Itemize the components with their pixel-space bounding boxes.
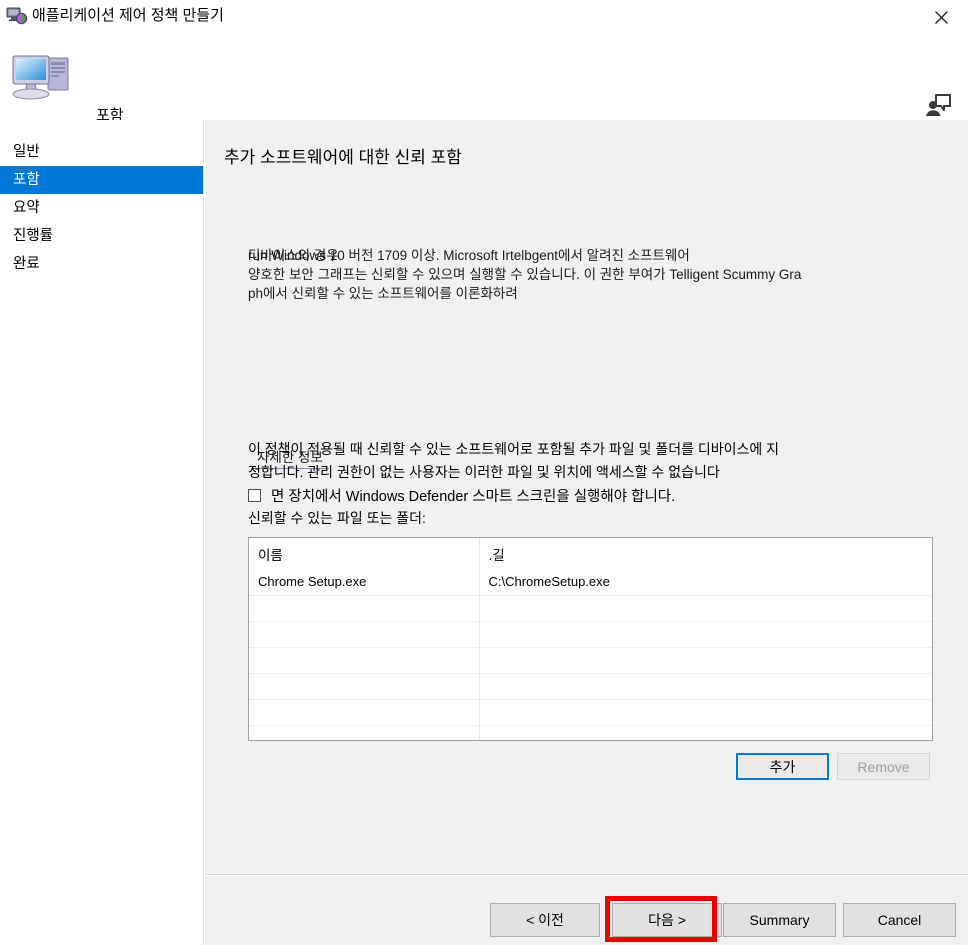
sidebar-item-label: 완료 xyxy=(13,256,40,272)
feedback-person-icon xyxy=(924,91,952,117)
feedback-button[interactable] xyxy=(922,88,954,120)
sidebar-item-label: 진행률 xyxy=(13,228,53,244)
sidebar-item-general[interactable]: 일반 xyxy=(0,138,203,166)
cancel-button[interactable]: Cancel xyxy=(843,903,956,937)
table-row-empty[interactable] xyxy=(249,595,932,621)
intro-paragraph-line-2: 양호한 보안 그래프는 신뢰할 수 있으며 실행할 수 있습니다. 이 권한 부… xyxy=(248,267,801,282)
cell-path xyxy=(479,673,932,699)
sidebar-item-inclusion[interactable]: 포함 xyxy=(0,166,203,194)
smartscreen-checkbox-label: 면 장치에서 Windows Defender 스마트 스크린을 실행해야 합니… xyxy=(271,485,675,506)
cell-path xyxy=(479,725,932,741)
wizard-sidebar: 일반 포함 요약 진행률 완료 xyxy=(0,120,204,945)
trusted-files-label: 신뢰할 수 있는 파일 또는 폴더: xyxy=(248,508,426,528)
close-icon xyxy=(934,10,949,25)
sidebar-item-label: 포함 xyxy=(13,172,40,188)
cell-name: Chrome Setup.exe xyxy=(249,569,479,595)
sidebar-item-summary[interactable]: 요약 xyxy=(0,194,203,222)
cell-name xyxy=(249,621,479,647)
cell-path xyxy=(479,699,932,725)
cell-name xyxy=(249,699,479,725)
column-header-path[interactable]: .길 xyxy=(479,538,932,569)
close-button[interactable] xyxy=(920,2,962,32)
wizard-footer: < 이전 다음 > Summary Cancel xyxy=(205,876,968,945)
description-line-1: 이 정책이 적용될 때 신뢰할 수 있는 소프트웨어로 포함될 추가 파일 및 … xyxy=(248,441,779,457)
cell-path xyxy=(479,647,932,673)
smartscreen-checkbox-row[interactable]: 면 장치에서 Windows Defender 스마트 스크린을 실행해야 합니… xyxy=(248,485,675,506)
computer-shield-icon xyxy=(6,6,28,26)
trusted-files-table[interactable]: 이름 .길 Chrome Setup.exe C:\ChromeSetup.ex… xyxy=(248,537,933,741)
table-row-empty[interactable] xyxy=(249,699,932,725)
sidebar-item-label: 요약 xyxy=(13,200,40,216)
add-button[interactable]: 추가 xyxy=(736,753,829,780)
cell-name xyxy=(249,595,479,621)
table-row[interactable]: Chrome Setup.exe C:\ChromeSetup.exe xyxy=(249,569,932,595)
intro-paragraph: 디바이스의 경우run Windows 10 버전 1709 이상. Micro… xyxy=(248,246,928,303)
description-line-2: 정합니다. 관리 권한이 없는 사용자는 이러한 파일 및 위치에 액세스할 수… xyxy=(248,464,720,480)
computer-monitor-icon xyxy=(10,50,76,104)
sidebar-item-completion[interactable]: 완료 xyxy=(0,250,203,278)
table-row-empty[interactable] xyxy=(249,621,932,647)
smartscreen-checkbox[interactable] xyxy=(248,489,261,502)
cell-path: C:\ChromeSetup.exe xyxy=(479,569,932,595)
table-row-empty[interactable] xyxy=(249,725,932,741)
cell-name xyxy=(249,647,479,673)
wizard-header: 포함 xyxy=(0,36,968,120)
page-title: 추가 소프트웨어에 대한 신뢰 포함 xyxy=(224,143,462,168)
sidebar-item-progress[interactable]: 진행률 xyxy=(0,222,203,250)
cell-name xyxy=(249,673,479,699)
column-header-name[interactable]: 이름 xyxy=(249,538,479,569)
next-button[interactable]: 다음 > xyxy=(612,903,722,937)
window-title: 애플리케이션 제어 정책 만들기 xyxy=(32,6,224,26)
table-row-empty[interactable] xyxy=(249,673,932,699)
table-row-empty[interactable] xyxy=(249,647,932,673)
table-header-row: 이름 .길 xyxy=(249,538,932,569)
summary-button[interactable]: Summary xyxy=(723,903,836,937)
cell-path xyxy=(479,595,932,621)
back-button[interactable]: < 이전 xyxy=(490,903,600,937)
sidebar-item-label: 일반 xyxy=(13,144,40,160)
title-bar: 애플리케이션 제어 정책 만들기 xyxy=(0,0,968,36)
remove-button: Remove xyxy=(837,753,930,780)
cell-path xyxy=(479,621,932,647)
description-paragraph: 이 정책이 적용될 때 신뢰할 수 있는 소프트웨어로 포함될 추가 파일 및 … xyxy=(248,438,933,484)
intro-paragraph-line-3: ph에서 신뢰할 수 있는 소프트웨어를 이론화하려 xyxy=(248,286,518,301)
cell-name xyxy=(249,725,479,741)
